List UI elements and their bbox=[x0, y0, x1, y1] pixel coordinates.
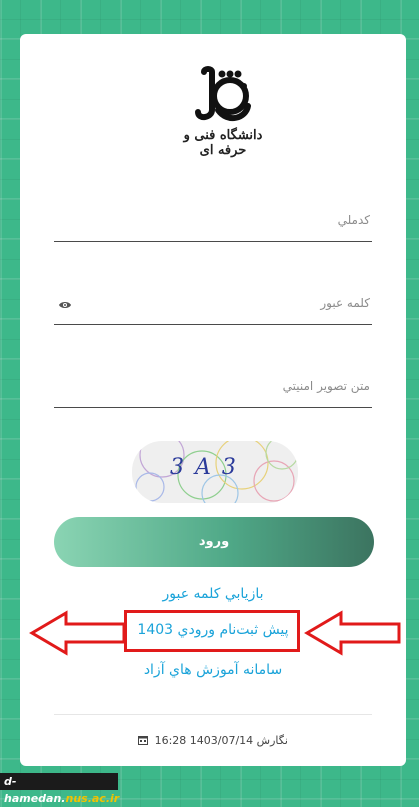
national-code-field[interactable]: کدملي bbox=[54, 205, 372, 242]
password-field[interactable]: کلمه عبور bbox=[54, 288, 372, 325]
university-logo: دانشگاه فنی و حرفه ای bbox=[168, 66, 278, 158]
login-button[interactable]: ورود bbox=[54, 517, 374, 567]
captcha-input[interactable]: متن تصوير امنيتي bbox=[54, 371, 372, 408]
watermark-prefix: d-hamedan. bbox=[4, 775, 66, 805]
free-courses-link[interactable]: سامانه آموزش هاي آزاد bbox=[20, 662, 406, 678]
version-footer: نگارش 1403/07/14 16:28 bbox=[20, 734, 406, 747]
captcha-text: 3 A 3 bbox=[170, 455, 238, 480]
show-password-icon[interactable] bbox=[58, 300, 72, 310]
national-code-placeholder: کدملي bbox=[337, 213, 370, 227]
password-placeholder: کلمه عبور bbox=[320, 296, 370, 310]
watermark-domain: nus.ac.ir bbox=[65, 792, 120, 805]
captcha-image: 3 A 3 bbox=[132, 441, 298, 503]
source-watermark: d-hamedan.nus.ac.ir bbox=[0, 773, 119, 805]
highlight-box bbox=[124, 610, 300, 652]
university-name: دانشگاه فنی و حرفه ای bbox=[183, 128, 263, 158]
footer-divider bbox=[54, 714, 372, 715]
version-text: نگارش 1403/07/14 16:28 bbox=[154, 734, 288, 747]
calendar-icon bbox=[138, 736, 149, 745]
logo-mark bbox=[195, 66, 251, 122]
right-arrow-annotation bbox=[304, 610, 401, 656]
recover-password-link[interactable]: بازيابي کلمه عبور bbox=[20, 586, 406, 602]
left-arrow-annotation bbox=[29, 610, 126, 656]
captcha-placeholder: متن تصوير امنيتي bbox=[282, 379, 370, 393]
